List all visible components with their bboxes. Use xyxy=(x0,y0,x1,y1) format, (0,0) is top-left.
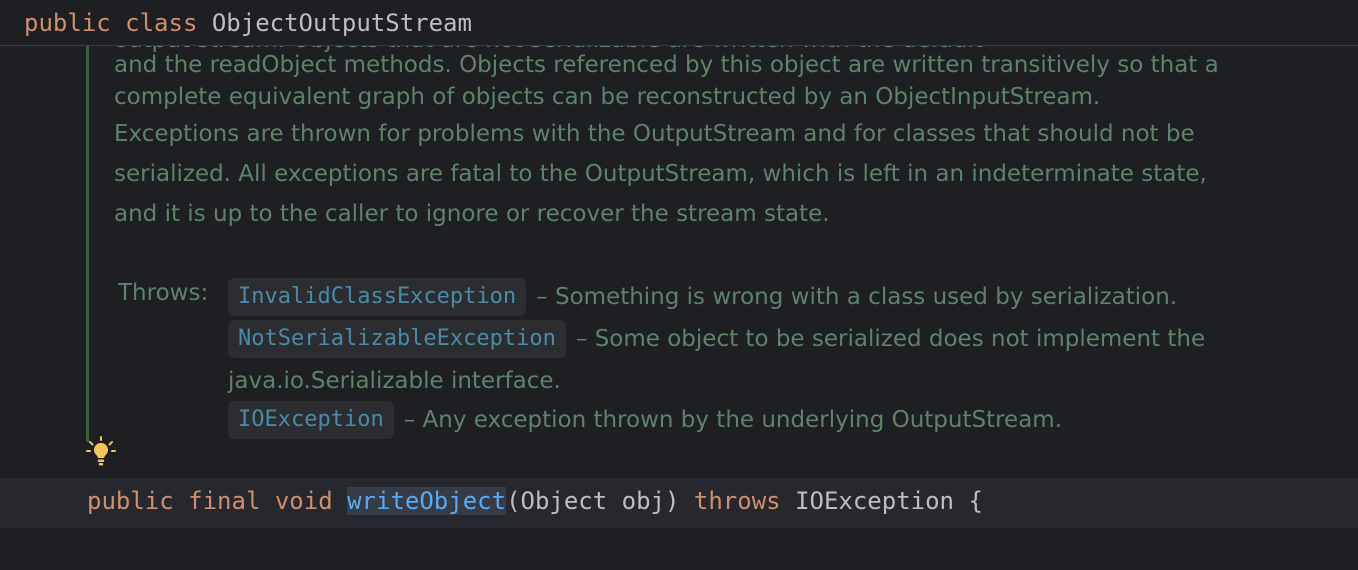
class-keyword: class xyxy=(125,9,198,37)
throws-item: IOException – Any exception thrown by th… xyxy=(228,401,1062,439)
throws-clause: IOException { xyxy=(795,487,983,515)
throws-item: InvalidClassException – Something is wro… xyxy=(228,278,1177,316)
lightbulb-icon[interactable] xyxy=(86,436,116,468)
exception-link[interactable]: NotSerializableException xyxy=(228,320,566,358)
exception-description: – Any exception thrown by the underlying… xyxy=(403,407,1063,433)
exception-description: java.io.Serializable interface. xyxy=(228,368,561,394)
doc-line: and it is up to the caller to ignore or … xyxy=(114,201,830,227)
throws-item-continuation: java.io.Serializable interface. xyxy=(228,362,561,400)
throws-keyword: throws xyxy=(693,487,781,515)
void-keyword: void xyxy=(274,487,333,515)
code-line-method-declaration[interactable]: public final void writeObject(Object obj… xyxy=(0,478,1358,528)
exception-description: – Something is wrong with a class used b… xyxy=(536,284,1178,310)
doc-line: complete equivalent graph of objects can… xyxy=(114,84,1101,110)
doc-comment-bar xyxy=(86,46,89,442)
doc-line: Exceptions are thrown for problems with … xyxy=(114,121,1195,147)
modifier-keyword: public xyxy=(24,9,111,37)
exception-link[interactable]: InvalidClassException xyxy=(228,278,527,316)
doc-line: serialized. All exceptions are fatal to … xyxy=(114,161,1207,187)
rendered-javadoc: output stream. Objects that are not seri… xyxy=(0,46,1358,478)
public-keyword: public xyxy=(87,487,174,515)
final-keyword: final xyxy=(188,487,261,515)
sticky-class-header[interactable]: public class ObjectOutputStream xyxy=(0,0,1358,46)
throws-label: Throws: xyxy=(118,280,209,306)
doc-paragraph-1: and the readObject methods. Objects refe… xyxy=(114,49,1334,113)
throws-item: NotSerializableException – Some object t… xyxy=(228,320,1205,358)
doc-line: and the readObject methods. Objects refe… xyxy=(114,52,1219,78)
method-params: (Object obj) xyxy=(506,487,680,515)
method-name[interactable]: writeObject xyxy=(347,487,507,515)
class-name[interactable]: ObjectOutputStream xyxy=(212,9,472,37)
exception-link[interactable]: IOException xyxy=(228,401,394,439)
doc-paragraph-2: Exceptions are thrown for problems with … xyxy=(114,114,1334,234)
exception-description: – Some object to be serialized does not … xyxy=(575,326,1206,352)
